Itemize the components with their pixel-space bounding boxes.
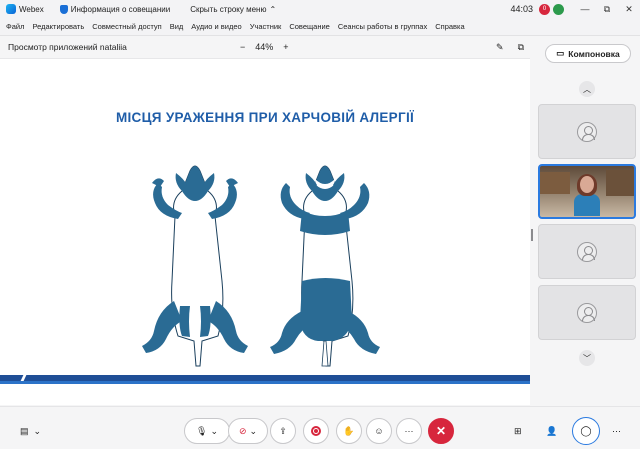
dog-front-view: [142, 165, 248, 367]
video-off-icon: ⊘: [238, 425, 247, 436]
menu-edit[interactable]: Редактировать: [32, 22, 84, 31]
restore-button[interactable]: ⧉: [596, 4, 618, 15]
hand-icon: ✋: [343, 425, 355, 436]
slide-title: МІСЦЯ УРАЖЕННЯ ПРИ ХАРЧОВІЙ АЛЕРГІЇ: [115, 110, 415, 125]
zoom-level: 44%: [255, 42, 274, 52]
chevron-down-icon: ⌄: [33, 425, 42, 436]
more-icon: ⋯: [612, 425, 621, 436]
connection-status-icon[interactable]: [553, 3, 564, 15]
record-icon: [311, 426, 321, 436]
participants-panel: ▭ Компоновка ︿ ﹀: [533, 36, 640, 406]
chat-icon: ◯: [580, 425, 592, 437]
share-title: Просмотр приложений nataliia: [8, 42, 127, 52]
chat-button[interactable]: ◯: [572, 417, 600, 445]
participant-tile[interactable]: [538, 104, 636, 159]
scroll-down-button[interactable]: ﹀: [579, 350, 595, 366]
participant-video-tile[interactable]: [538, 164, 636, 219]
apps-button[interactable]: ⊞: [514, 418, 522, 444]
chevron-down-icon: ⌄: [249, 425, 258, 436]
app-name: Webex: [19, 4, 44, 14]
record-button[interactable]: [303, 418, 329, 444]
chevron-down-icon: ⌄: [210, 425, 218, 436]
participant-tile[interactable]: [538, 285, 636, 340]
minimize-button[interactable]: —: [574, 4, 596, 14]
video-button[interactable]: ⊘ ⌄: [228, 418, 268, 444]
webex-logo-icon: [6, 4, 16, 14]
menu-help[interactable]: Справка: [435, 22, 464, 31]
reactions-button[interactable]: ☺: [366, 418, 392, 444]
avatar-icon: [577, 241, 597, 262]
app-brand: Webex: [6, 4, 44, 14]
menu-bar: Файл Редактировать Совместный доступ Вид…: [0, 18, 640, 36]
share-tools: ✎ ⧉: [496, 36, 524, 58]
participants-button[interactable]: 👤: [546, 418, 557, 444]
raise-hand-button[interactable]: ✋: [336, 418, 362, 444]
end-meeting-button[interactable]: ✕: [428, 418, 454, 444]
menu-share[interactable]: Совместный доступ: [92, 22, 161, 31]
notification-badge[interactable]: 0: [539, 3, 550, 15]
zoom-out-button[interactable]: −: [240, 42, 245, 52]
menu-file[interactable]: Файл: [6, 22, 24, 31]
meeting-controls: ▤ ⌄ 🎙 ⌄ ⊘ ⌄ ⇪ ✋ ☺ ··· ✕ ⊞ 👤 ◯ ⋯: [0, 406, 640, 449]
title-bar: Webex Информация о совещании Скрыть стро…: [0, 0, 640, 18]
meeting-info-button[interactable]: Информация о совещании: [59, 4, 171, 14]
menu-view[interactable]: Вид: [170, 22, 184, 31]
participant-tile[interactable]: [538, 224, 636, 279]
annotate-icon[interactable]: ✎: [496, 42, 504, 53]
apps-icon: ⊞: [514, 425, 522, 436]
microphone-icon: 🎙: [196, 425, 208, 436]
avatar-icon: [577, 302, 597, 323]
meeting-info-label: Информация о совещании: [70, 4, 171, 14]
menu-audio-video[interactable]: Аудио и видео: [191, 22, 241, 31]
smiley-icon: ☺: [374, 426, 384, 436]
captions-button[interactable]: ▤ ⌄: [20, 418, 41, 444]
chevron-up-icon: ⌃: [269, 4, 277, 14]
avatar-icon: [577, 121, 597, 142]
more-panels-button[interactable]: ⋯: [612, 418, 621, 444]
hide-menu-label: Скрыть строку меню: [190, 4, 267, 14]
share-header: Просмотр приложений nataliia − 44% + ✎ ⧉: [0, 36, 530, 58]
participant-video: [574, 174, 600, 216]
share-icon: ⇪: [279, 425, 287, 436]
menu-participant[interactable]: Участник: [250, 22, 282, 31]
layout-label: Компоновка: [568, 48, 620, 59]
slide-footer-stripe: [0, 381, 530, 384]
menu-breakout[interactable]: Сеансы работы в группах: [338, 22, 427, 31]
dog-back-view: [270, 165, 380, 367]
video-background: [606, 170, 634, 196]
shield-icon: [59, 4, 68, 14]
layout-button[interactable]: ▭ Компоновка: [545, 44, 631, 63]
captions-icon: ▤: [20, 425, 29, 436]
more-options-button[interactable]: ···: [396, 418, 422, 444]
shared-slide: МІСЦЯ УРАЖЕННЯ ПРИ ХАРЧОВІЙ АЛЕРГІЇ: [0, 86, 530, 384]
pop-out-icon[interactable]: ⧉: [518, 42, 524, 53]
zoom-in-button[interactable]: +: [283, 42, 288, 52]
layout-icon: ▭: [556, 48, 565, 58]
share-button[interactable]: ⇪: [270, 418, 296, 444]
allergy-dogs-illustration: [142, 165, 380, 367]
close-window-button[interactable]: ✕: [618, 4, 640, 15]
menu-meeting[interactable]: Совещание: [289, 22, 330, 31]
meeting-timer: 44:03: [510, 4, 533, 14]
participants-icon: 👤: [546, 425, 558, 436]
hide-menu-button[interactable]: Скрыть строку меню ⌃: [190, 5, 276, 14]
scroll-up-button[interactable]: ︿: [579, 81, 595, 97]
video-background: [540, 172, 570, 194]
mute-button[interactable]: 🎙 ⌄: [184, 418, 230, 444]
zoom-controls: − 44% +: [240, 36, 289, 58]
